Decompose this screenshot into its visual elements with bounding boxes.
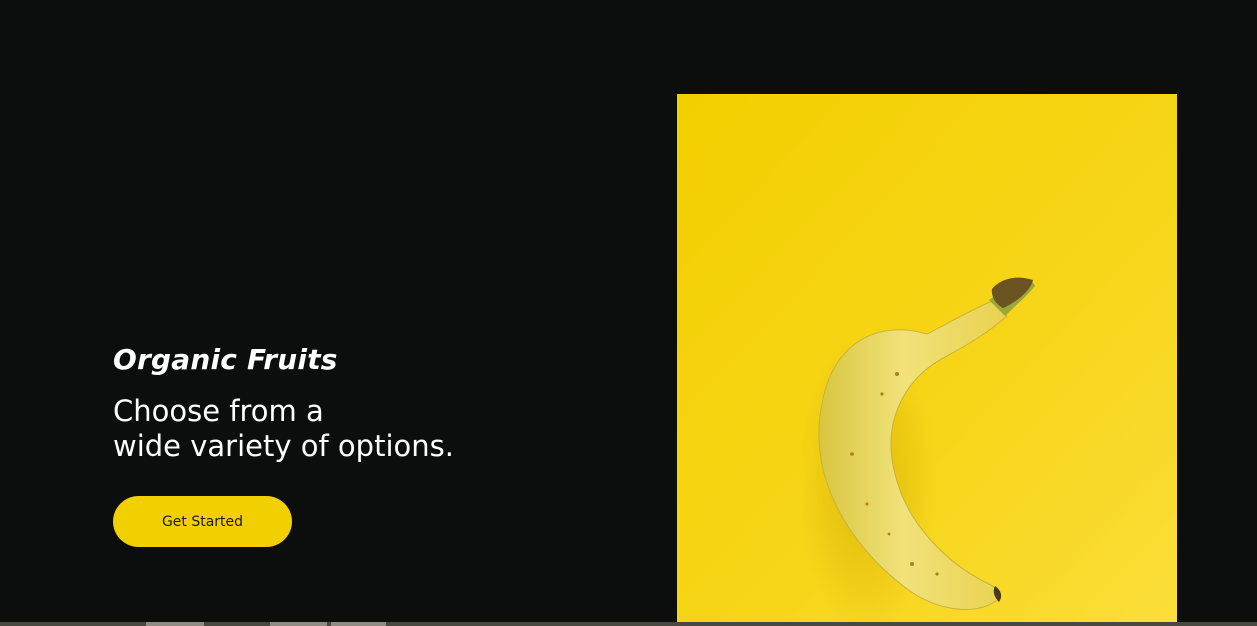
- hero-text: Organic Fruits Choose from a wide variet…: [113, 340, 573, 464]
- strip-segment: [146, 622, 204, 626]
- hero-headline: Choose from a wide variety of options.: [113, 394, 573, 464]
- hero-eyebrow: Organic Fruits: [113, 343, 338, 376]
- get-started-button[interactable]: Get Started: [113, 496, 292, 547]
- banana-illustration: [677, 94, 1177, 626]
- strip-segment: [331, 622, 386, 626]
- strip-segment: [270, 622, 327, 626]
- landing-page: Organic Fruits Choose from a wide variet…: [0, 0, 1257, 626]
- hero-headline-line-1: Choose from a: [113, 394, 324, 428]
- bottom-strip: [0, 622, 1257, 626]
- hero-image-banana: [677, 94, 1177, 626]
- hero-headline-line-2: wide variety of options.: [113, 429, 454, 463]
